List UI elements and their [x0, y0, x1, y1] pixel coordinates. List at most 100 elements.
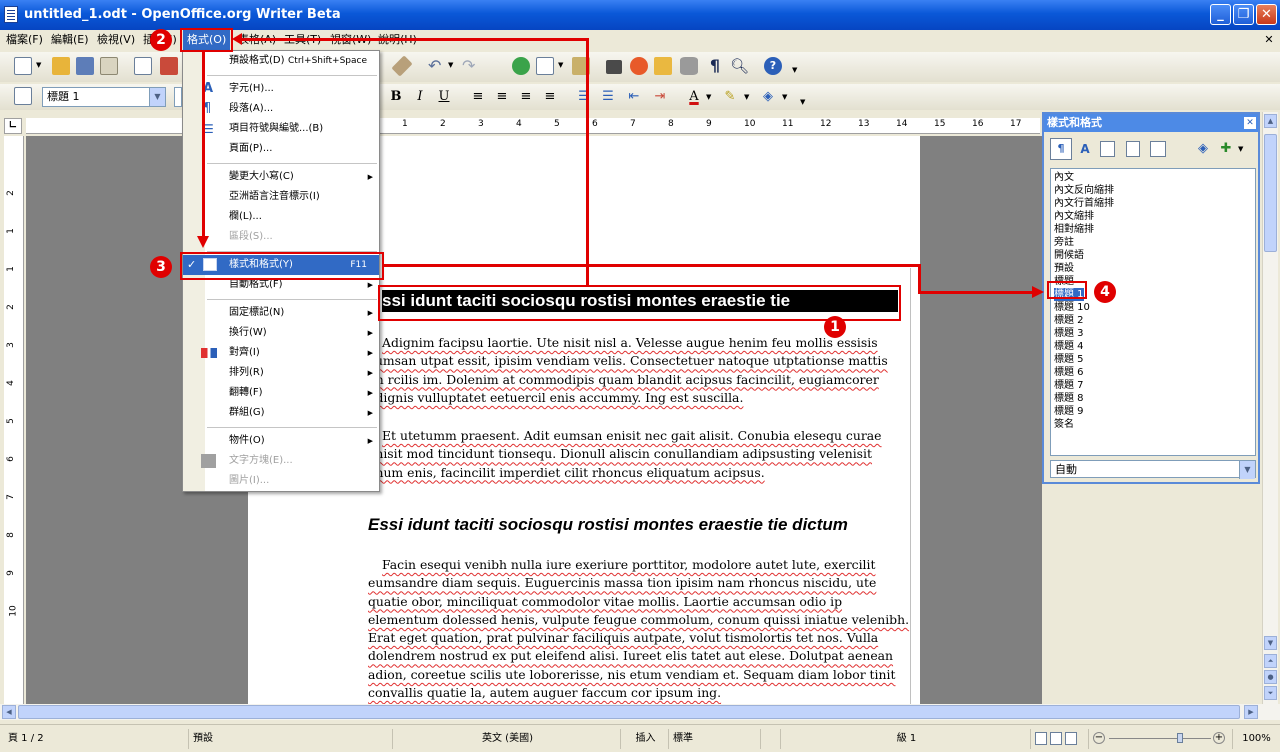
- edit-file-icon[interactable]: [134, 57, 152, 75]
- previous-page-icon[interactable]: ⏶: [1264, 654, 1277, 668]
- multi-page-view-icon[interactable]: [1050, 731, 1063, 745]
- style-list-item[interactable]: 標題 10: [1054, 301, 1090, 314]
- font-name-combo[interactable]: [174, 87, 182, 107]
- chevron-down-icon[interactable]: ▼: [149, 88, 165, 106]
- menu-item-paragraph[interactable]: ¶ 段落(A)...: [183, 99, 379, 119]
- toolbar-overflow-icon[interactable]: ▼: [792, 66, 797, 74]
- style-actions-dropdown-icon[interactable]: ▼: [1238, 145, 1243, 153]
- menu-edit[interactable]: 編輯(E): [47, 30, 93, 50]
- zoom-icon[interactable]: 🔍︎: [730, 57, 749, 75]
- increase-indent-icon[interactable]: ⇥: [650, 87, 670, 107]
- zoom-in-icon[interactable]: +: [1213, 732, 1225, 744]
- menu-item-change-case[interactable]: 變更大小寫(C) ▶: [183, 167, 379, 187]
- new-document-icon[interactable]: [14, 57, 32, 75]
- style-list-item[interactable]: 標題 2: [1054, 314, 1084, 327]
- style-list-item[interactable]: 內文反向縮排: [1054, 184, 1114, 197]
- page-styles-icon[interactable]: [1126, 141, 1140, 157]
- style-list-item[interactable]: 開候語: [1054, 249, 1084, 262]
- fill-format-icon[interactable]: ◈: [1194, 140, 1212, 158]
- align-left-icon[interactable]: ≡: [468, 87, 488, 107]
- horizontal-scrollbar[interactable]: ◀ ▶: [0, 704, 1280, 720]
- formatting-marks-icon[interactable]: ¶: [706, 57, 724, 75]
- style-list-item[interactable]: 內文行首縮排: [1054, 197, 1114, 210]
- zoom-slider[interactable]: − +: [1088, 729, 1230, 749]
- minimize-button[interactable]: _: [1210, 4, 1231, 25]
- table-icon[interactable]: [536, 57, 554, 75]
- paragraph-style-combo[interactable]: 標題 1 ▼: [42, 87, 166, 107]
- new-style-icon[interactable]: ✚: [1218, 140, 1234, 158]
- decrease-indent-icon[interactable]: ⇤: [624, 87, 644, 107]
- style-list-item[interactable]: 內文: [1054, 171, 1074, 184]
- align-right-icon[interactable]: ≡: [516, 87, 536, 107]
- find-replace-icon[interactable]: [606, 60, 622, 74]
- status-selection-mode[interactable]: 標準: [668, 729, 758, 749]
- navigation-icon[interactable]: ●: [1264, 670, 1277, 684]
- redo-icon[interactable]: ↷: [462, 57, 480, 75]
- horizontal-scroll-thumb[interactable]: [18, 705, 1240, 719]
- book-view-icon[interactable]: [1065, 731, 1078, 745]
- scroll-right-icon[interactable]: ▶: [1244, 705, 1258, 719]
- table-dropdown-icon[interactable]: ▼: [558, 61, 563, 69]
- style-list-item[interactable]: 預設: [1054, 262, 1074, 275]
- menu-item-group[interactable]: 群組(G) ▶: [183, 403, 379, 423]
- menu-item-alignment[interactable]: 對齊(I) ▶: [183, 343, 379, 363]
- email-icon[interactable]: [100, 57, 118, 75]
- single-page-view-icon[interactable]: [1035, 731, 1047, 745]
- scroll-up-icon[interactable]: ▲: [1264, 114, 1277, 128]
- tab-type-selector[interactable]: ∟: [4, 118, 22, 134]
- menu-item-wrap[interactable]: 換行(W) ▶: [183, 323, 379, 343]
- style-list-item[interactable]: 簽名: [1054, 418, 1074, 431]
- view-layout-icons[interactable]: [1030, 729, 1086, 749]
- vertical-ruler[interactable]: 2 1 1 2 3 4 5 6 7 8 9 10: [4, 136, 24, 704]
- close-button[interactable]: ✕: [1256, 4, 1277, 25]
- menu-item-columns[interactable]: 欄(L)...: [183, 207, 379, 227]
- style-list-item[interactable]: 標題 4: [1054, 340, 1084, 353]
- next-page-icon[interactable]: ⏷: [1264, 686, 1277, 700]
- status-page-style[interactable]: 預設: [188, 729, 388, 749]
- zoom-level[interactable]: 100%: [1232, 729, 1276, 749]
- restore-button[interactable]: ❐: [1233, 4, 1254, 25]
- menu-item-object[interactable]: 物件(O) ▶: [183, 431, 379, 451]
- menu-item-arrange[interactable]: 排列(R) ▶: [183, 363, 379, 383]
- list-styles-icon[interactable]: [1150, 141, 1166, 157]
- new-dropdown-icon[interactable]: ▼: [36, 61, 41, 69]
- menu-item-page[interactable]: 頁面(P)...: [183, 139, 379, 159]
- menu-item-bullets-numbering[interactable]: ☰ 項目符號與編號...(B): [183, 119, 379, 139]
- style-list-item[interactable]: 標題 3: [1054, 327, 1084, 340]
- bullets-icon[interactable]: ☰: [598, 87, 618, 107]
- heading-2-text[interactable]: Essi idunt taciti sociosqu rostisi monte…: [368, 515, 848, 535]
- menu-item-anchor[interactable]: 固定標記(N) ▶: [183, 303, 379, 323]
- toolbar-overflow-icon[interactable]: ▼: [800, 98, 805, 106]
- frame-styles-icon[interactable]: [1100, 141, 1115, 157]
- paragraph-3[interactable]: Facin esequi venibh nulla iure exeriure …: [368, 556, 909, 702]
- style-list-item[interactable]: 內文縮排: [1054, 210, 1094, 223]
- background-dropdown-icon[interactable]: ▼: [782, 93, 787, 101]
- style-list-item[interactable]: 標題 5: [1054, 353, 1084, 366]
- data-sources-icon[interactable]: [680, 57, 698, 75]
- align-center-icon[interactable]: ≡: [492, 87, 512, 107]
- highlighting-icon[interactable]: ✎: [720, 87, 740, 107]
- close-document-icon[interactable]: ✕: [1262, 33, 1276, 47]
- style-list-item[interactable]: 標題 7: [1054, 379, 1084, 392]
- font-color-icon[interactable]: A: [684, 87, 704, 107]
- style-filter-select[interactable]: 自動 ▼: [1050, 460, 1256, 479]
- status-language[interactable]: 英文 (美國): [392, 729, 618, 749]
- style-list-item[interactable]: 標題 8: [1054, 392, 1084, 405]
- save-icon[interactable]: [76, 57, 94, 75]
- panel-close-icon[interactable]: ✕: [1244, 117, 1256, 129]
- gallery-icon[interactable]: [654, 57, 672, 75]
- paragraph-2[interactable]: Et utetumm praesent. Adit eumsan enisit …: [368, 427, 882, 482]
- hyperlink-icon[interactable]: [512, 57, 530, 75]
- menu-item-asian-phonetic[interactable]: 亞洲語言注音標示(I): [183, 187, 379, 207]
- underline-button[interactable]: U: [434, 87, 454, 107]
- styles-formatting-icon[interactable]: [14, 87, 32, 105]
- navigator-icon[interactable]: [630, 57, 648, 75]
- menu-item-default-formatting[interactable]: 預設格式(D) Ctrl+Shift+Space: [183, 51, 379, 71]
- numbering-icon[interactable]: ☰: [574, 87, 594, 107]
- status-insert-mode[interactable]: 插入: [620, 729, 666, 749]
- paragraph-styles-icon[interactable]: ¶: [1050, 138, 1072, 160]
- style-list-item[interactable]: 相對縮排: [1054, 223, 1094, 236]
- bold-button[interactable]: B: [386, 87, 406, 107]
- undo-icon[interactable]: ↶: [428, 57, 446, 75]
- highlighting-dropdown-icon[interactable]: ▼: [744, 93, 749, 101]
